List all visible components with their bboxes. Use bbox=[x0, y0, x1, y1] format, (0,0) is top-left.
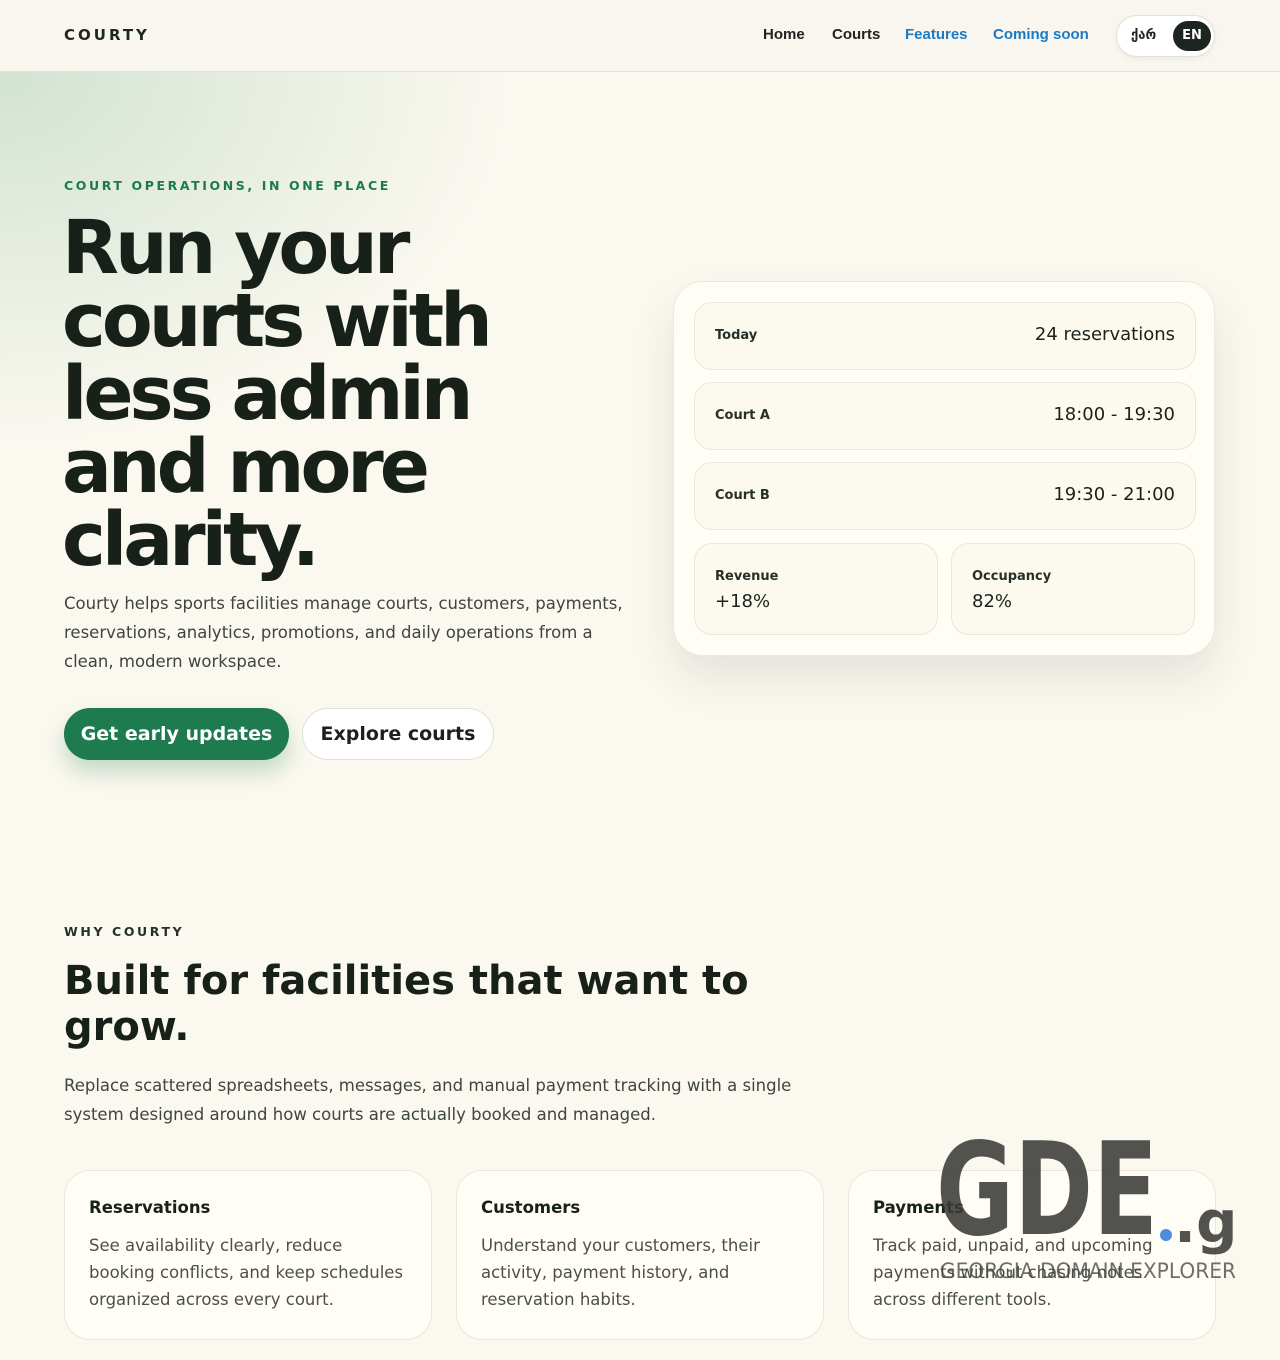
stat-label: Occupancy bbox=[972, 569, 1052, 584]
dashboard-preview-card: Today 24 reservations Court A 18:00 - 19… bbox=[673, 281, 1215, 656]
nav-link-home[interactable]: Home bbox=[763, 26, 805, 43]
row-value: 24 reservations bbox=[1034, 324, 1175, 345]
why-eyebrow: WHY COURTY bbox=[64, 924, 185, 939]
row-value: 18:00 - 19:30 bbox=[1053, 404, 1175, 425]
feature-description: Track paid, unpaid, and upcoming payment… bbox=[873, 1236, 1153, 1309]
stat-value: +18% bbox=[715, 591, 771, 612]
occupancy-stat: Occupancy 82% bbox=[951, 543, 1195, 635]
nav-link-features[interactable]: Features bbox=[905, 26, 968, 43]
get-early-updates-button[interactable]: Get early updates bbox=[64, 708, 289, 760]
row-value: 19:30 - 21:00 bbox=[1053, 484, 1175, 505]
nav-link-courts[interactable]: Courts bbox=[832, 26, 880, 43]
feature-card-payments: Payments Track paid, unpaid, and upcomin… bbox=[848, 1170, 1216, 1340]
court-b-row: Court B 19:30 - 21:00 bbox=[694, 462, 1196, 530]
feature-card-reservations: Reservations See availability clearly, r… bbox=[64, 1170, 432, 1340]
row-label: Court B bbox=[715, 488, 770, 503]
feature-card-customers: Customers Understand your customers, the… bbox=[456, 1170, 824, 1340]
lang-option-en[interactable]: EN bbox=[1173, 21, 1211, 51]
stat-value: 82% bbox=[972, 591, 1013, 612]
feature-title: Reservations bbox=[89, 1198, 211, 1217]
row-label: Today bbox=[715, 328, 758, 343]
hero-description: Courty helps sports facilities manage co… bbox=[64, 594, 623, 671]
hero-eyebrow: COURT OPERATIONS, IN ONE PLACE bbox=[64, 178, 391, 193]
why-description: Replace scattered spreadsheets, messages… bbox=[64, 1076, 792, 1124]
feature-title: Payments bbox=[873, 1198, 964, 1217]
site-header: COURTY Home Courts Features Coming soon … bbox=[0, 0, 1280, 72]
language-switcher: ქარ EN bbox=[1116, 15, 1215, 57]
lang-option-ka[interactable]: ქარ bbox=[1131, 28, 1156, 43]
nav-link-coming-soon[interactable]: Coming soon bbox=[993, 26, 1089, 43]
feature-description: See availability clearly, reduce booking… bbox=[89, 1236, 404, 1309]
feature-description: Understand your customers, their activit… bbox=[481, 1236, 760, 1309]
why-title: Built for facilities that want to grow. bbox=[64, 958, 749, 1050]
revenue-stat: Revenue +18% bbox=[694, 543, 938, 635]
stat-label: Revenue bbox=[715, 569, 779, 584]
explore-courts-button[interactable]: Explore courts bbox=[302, 708, 494, 760]
main-nav: Home Courts Features Coming soon bbox=[0, 26, 1280, 46]
hero-title: Run your courts with less admin and more… bbox=[62, 205, 493, 583]
today-row: Today 24 reservations bbox=[694, 302, 1196, 370]
feature-title: Customers bbox=[481, 1198, 581, 1217]
court-a-row: Court A 18:00 - 19:30 bbox=[694, 382, 1196, 450]
row-label: Court A bbox=[715, 408, 770, 423]
